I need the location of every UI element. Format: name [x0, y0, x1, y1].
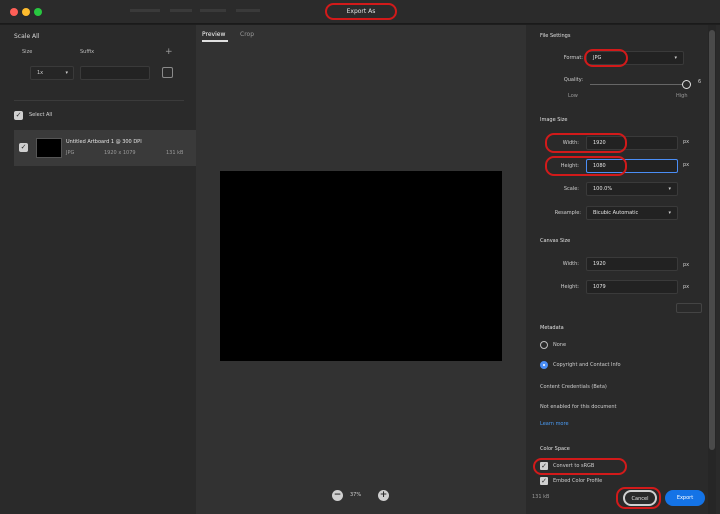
embed-profile-label: Embed Color Profile — [553, 478, 603, 484]
chevron-down-icon: ▾ — [668, 186, 671, 192]
tab-active-indicator — [202, 40, 228, 42]
titlebar-ghost-item — [200, 9, 226, 12]
annotation-circle — [545, 156, 627, 176]
tab-preview[interactable]: Preview — [202, 31, 225, 38]
asset-format: JPG — [66, 150, 75, 156]
canvas-width-label: Width: — [562, 261, 579, 267]
scale-dropdown[interactable]: 1x ▾ — [30, 66, 74, 80]
zoom-level: 37% — [350, 492, 362, 498]
canvas-height-input[interactable]: 1079 — [586, 280, 678, 294]
quality-high-label: High — [676, 93, 688, 99]
divider — [14, 100, 184, 101]
window-title: Export As — [325, 3, 397, 20]
titlebar-ghost-item — [170, 9, 192, 12]
zoom-out-icon[interactable]: − — [332, 490, 343, 501]
resample-value: Bicubic Automatic — [593, 210, 639, 216]
canvas-height-unit: px — [683, 284, 690, 290]
learn-more-link[interactable]: Learn more — [540, 421, 569, 427]
asset-checkbox[interactable]: ✓ — [19, 143, 28, 152]
trash-icon[interactable] — [162, 67, 173, 78]
metadata-none-label: None — [553, 342, 567, 348]
chevron-down-icon: ▾ — [674, 55, 677, 61]
color-space-heading: Color Space — [540, 446, 570, 452]
tab-crop[interactable]: Crop — [240, 31, 254, 38]
image-size-heading: Image Size — [540, 117, 568, 123]
canvas-width-unit: px — [683, 262, 690, 268]
scale-all-heading: Scale All — [14, 33, 40, 40]
zoom-window-icon[interactable] — [34, 8, 42, 16]
resample-dropdown[interactable]: Bicubic Automatic ▾ — [586, 206, 678, 220]
export-file-size: 131 kB — [532, 494, 550, 500]
quality-value: 6 — [698, 79, 702, 85]
quality-slider-knob[interactable] — [682, 80, 691, 89]
canvas-size-heading: Canvas Size — [540, 238, 571, 244]
width-unit: px — [683, 139, 690, 145]
scale-dropdown-value: 1x — [37, 70, 44, 76]
height-unit: px — [683, 162, 690, 168]
metadata-copyright-label: Copyright and Contact Info — [553, 362, 621, 368]
select-all-checkbox[interactable]: ✓ — [14, 111, 23, 120]
assets-panel — [0, 25, 196, 514]
minimize-window-icon[interactable] — [22, 8, 30, 16]
embed-profile-checkbox[interactable]: ✓ — [540, 477, 548, 485]
quality-label: Quality: — [563, 77, 583, 83]
quality-low-label: Low — [568, 93, 578, 99]
preview-image — [220, 171, 502, 361]
zoom-in-icon[interactable]: + — [378, 490, 389, 501]
metadata-heading: Metadata — [540, 325, 564, 331]
asset-dimensions: 1920 x 1079 — [104, 150, 136, 156]
quality-slider-track[interactable] — [590, 84, 682, 85]
suffix-column-header: Suffix — [80, 49, 95, 55]
scrollbar-thumb[interactable] — [709, 30, 715, 450]
size-column-header: Size — [22, 49, 33, 55]
suffix-input[interactable] — [80, 66, 150, 80]
export-button[interactable]: Export — [665, 490, 705, 506]
chevron-down-icon: ▾ — [668, 210, 671, 216]
annotation-circle — [584, 49, 628, 67]
titlebar-ghost-item — [236, 9, 260, 12]
close-window-icon[interactable] — [10, 8, 18, 16]
radio-unchecked-icon[interactable] — [540, 341, 548, 349]
asset-filesize: 131 kB — [166, 150, 184, 156]
scale-value: 100.0% — [593, 186, 613, 192]
canvas-reset-button[interactable] — [676, 303, 702, 313]
plus-icon[interactable]: + — [165, 47, 173, 57]
asset-thumbnail — [36, 138, 62, 158]
annotation-circle — [533, 458, 627, 475]
chevron-down-icon: ▾ — [65, 70, 68, 76]
canvas-width-input[interactable]: 1920 — [586, 257, 678, 271]
scale-dropdown-right[interactable]: 100.0% ▾ — [586, 182, 678, 196]
scale-label: Scale: — [563, 186, 579, 192]
select-all-label: Select All — [29, 112, 53, 118]
radio-checked-icon[interactable] — [540, 361, 548, 369]
format-label: Format: — [563, 55, 583, 61]
titlebar-ghost-item — [130, 9, 160, 12]
canvas-height-label: Height: — [560, 284, 579, 290]
content-credentials-status: Not enabled for this document — [540, 404, 617, 410]
file-settings-heading: File Settings — [540, 33, 571, 39]
content-credentials-heading: Content Credentials (Beta) — [540, 384, 607, 390]
resample-label: Resample: — [554, 210, 581, 216]
asset-name: Untitled Artboard 1 @ 300 DPI — [66, 139, 142, 145]
annotation-circle — [545, 133, 627, 153]
annotation-circle — [616, 487, 661, 509]
